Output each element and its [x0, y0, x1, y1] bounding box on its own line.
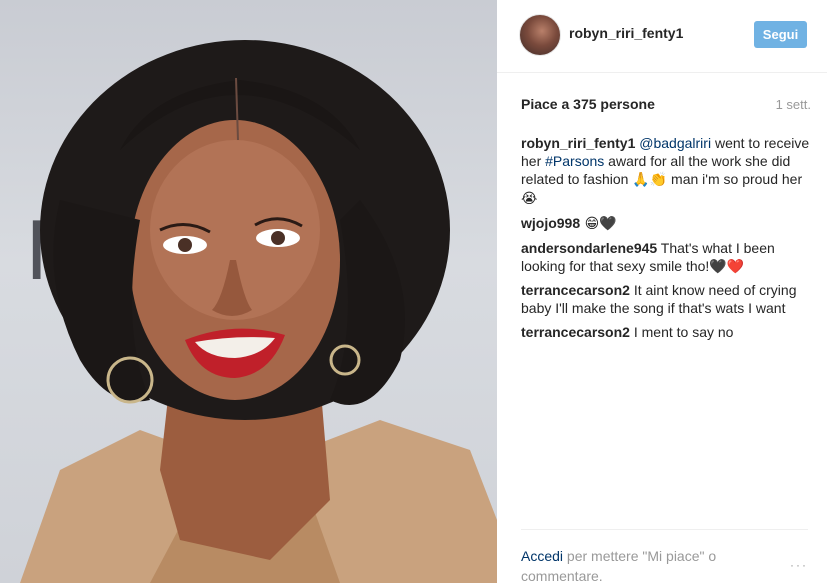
comments-list: robyn_riri_fenty1 @badgalriri went to re…	[521, 134, 811, 347]
more-options-icon[interactable]: ···	[790, 558, 808, 572]
comment-username[interactable]: wjojo998	[521, 215, 580, 231]
comment-username[interactable]: terrancecarson2	[521, 282, 630, 298]
likes-row: Piace a 375 persone 1 sett.	[521, 96, 811, 116]
login-prompt: Accedi per mettere "Mi piace" o commenta…	[521, 529, 808, 584]
hashtag-link[interactable]: #Parsons	[545, 153, 604, 169]
comment-username[interactable]: terrancecarson2	[521, 324, 630, 340]
list-item: terrancecarson2 I ment to say no	[521, 323, 811, 341]
mention-link[interactable]: @badgalriri	[639, 135, 711, 151]
list-item: terrancecarson2 It aint know need of cry…	[521, 281, 811, 317]
author-username[interactable]: robyn_riri_fenty1	[569, 25, 683, 41]
post-timestamp[interactable]: 1 sett.	[776, 97, 811, 112]
post-side-panel: robyn_riri_fenty1 Segui Piace a 375 pers…	[497, 0, 827, 584]
login-link[interactable]: Accedi	[521, 548, 563, 564]
comment-username[interactable]: robyn_riri_fenty1	[521, 135, 635, 151]
avatar[interactable]	[519, 14, 561, 56]
emoji: 😭	[521, 191, 538, 207]
list-item: wjojo998 😁🖤	[521, 214, 811, 233]
comment-text: man i'm so proud her	[667, 171, 803, 187]
portrait-illustration	[20, 40, 497, 583]
post-header: robyn_riri_fenty1 Segui	[497, 0, 827, 73]
emoji: 🙏👏	[632, 172, 668, 188]
post-photo: M L	[0, 0, 497, 583]
follow-button[interactable]: Segui	[754, 21, 807, 48]
caption-comment: robyn_riri_fenty1 @badgalriri went to re…	[521, 134, 811, 208]
comment-text: I ment to say no	[629, 324, 734, 340]
login-text: Accedi per mettere "Mi piace" o commenta…	[521, 546, 751, 586]
likes-count[interactable]: Piace a 375 persone	[521, 96, 655, 112]
list-item: andersondarlene945 That's what I been lo…	[521, 239, 811, 275]
comment-text: 😁🖤	[580, 216, 617, 232]
comment-username[interactable]: andersondarlene945	[521, 240, 657, 256]
